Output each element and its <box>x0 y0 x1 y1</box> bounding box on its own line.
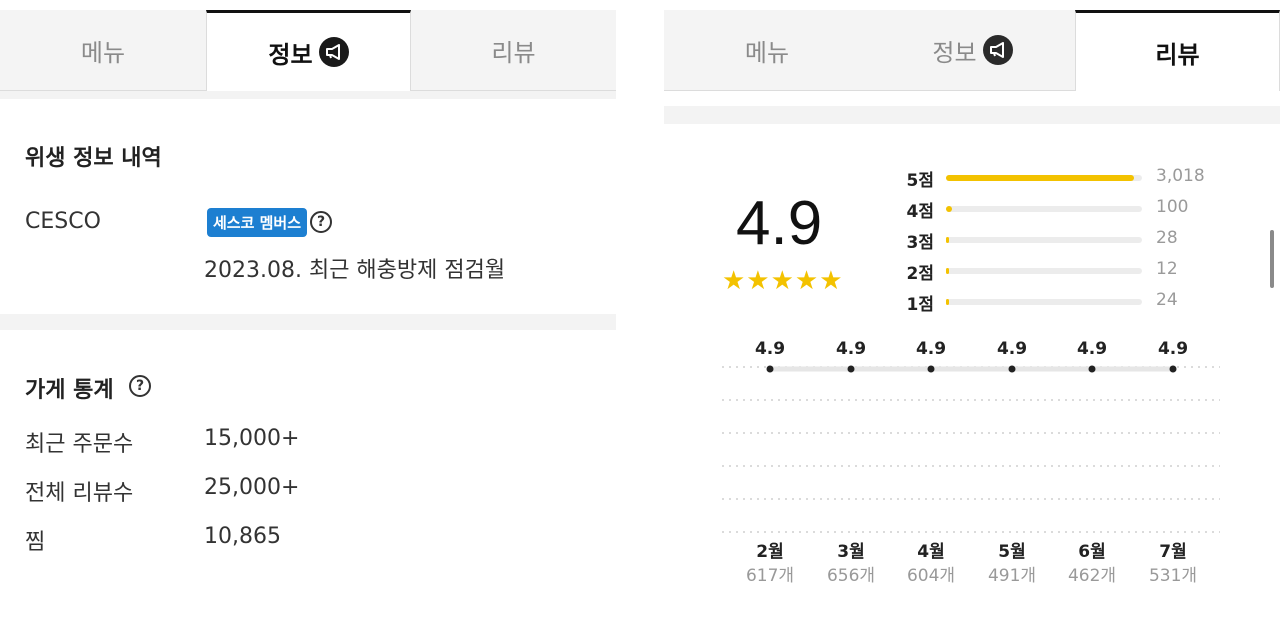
tab-menu[interactable]: 메뉴 <box>664 10 870 91</box>
tab-label: 정보 <box>932 38 977 67</box>
rating-point-label: 4.9 <box>836 339 866 359</box>
tab-menu[interactable]: 메뉴 <box>0 10 206 91</box>
month-review-count: 491개 <box>988 566 1036 586</box>
rating-bar-fill <box>946 268 949 274</box>
rating-row-label: 2점 <box>906 264 934 284</box>
rating-row-label: 5점 <box>906 171 934 191</box>
tab-bar: 메뉴 정보 리뷰 <box>664 0 1280 91</box>
average-rating: 4.9 <box>736 189 823 258</box>
rating-point-label: 4.9 <box>1158 339 1188 359</box>
tab-label: 리뷰 <box>491 38 536 67</box>
section-divider <box>0 91 616 99</box>
month-review-count: 531개 <box>1149 566 1197 586</box>
rating-bar-track <box>946 175 1142 181</box>
month-review-count: 617개 <box>746 566 794 586</box>
inspection-date: 2023.08. 최근 해충방제 점검월 <box>204 258 506 283</box>
tab-label: 메뉴 <box>80 38 126 67</box>
hygiene-title: 위생 정보 내역 <box>25 146 162 171</box>
rating-point <box>927 365 935 373</box>
month-label: 4월 <box>917 542 944 562</box>
rating-bar-track <box>946 237 1142 243</box>
stat-label: 전체 리뷰수 <box>25 481 134 506</box>
section-divider <box>664 106 1280 124</box>
tab-review[interactable]: 리뷰 <box>411 10 616 91</box>
rating-point <box>1008 365 1016 373</box>
stat-value: 25,000+ <box>204 475 300 500</box>
rating-bar-track <box>946 268 1142 274</box>
rating-point-label: 4.9 <box>755 339 785 359</box>
tab-label: 정보 <box>268 40 313 69</box>
megaphone-icon <box>982 35 1013 65</box>
pest-company: CESCO <box>25 209 101 234</box>
month-label: 3월 <box>837 542 864 562</box>
cesco-members-badge: 세스코 멤버스 <box>207 208 308 237</box>
rating-point <box>1088 365 1096 373</box>
tab-bar: 메뉴 정보 리뷰 <box>0 0 616 91</box>
rating-row-count: 12 <box>1156 259 1178 279</box>
rating-row-count: 100 <box>1156 197 1189 217</box>
store-info-panel: 메뉴 정보 리뷰 위생 정보 내역 CESCO 세스코 멤버스 ? 2023.0… <box>0 0 616 628</box>
rating-bar-fill <box>946 175 1135 181</box>
tab-info[interactable]: 정보 <box>206 10 411 91</box>
monthly-rating-chart: 4.9 2월 617개 4.9 3월 656개 4.9 4월 604개 4.9 5월 491개 4.9 6… <box>722 339 1220 586</box>
rating-row-count: 28 <box>1156 228 1178 248</box>
rating-bar-fill <box>946 206 952 212</box>
stat-label: 찜 <box>25 530 46 555</box>
help-icon[interactable]: ? <box>310 211 332 233</box>
rating-row-label: 4점 <box>906 202 934 222</box>
rating-row-count: 24 <box>1156 290 1178 310</box>
rating-bar-fill <box>946 299 949 305</box>
rating-point-label: 4.9 <box>916 339 946 359</box>
review-panel: 메뉴 정보 리뷰 4.9 ★★★★★ 5점 3,018 4점 100 3점 28 2점 12 1… <box>664 0 1280 628</box>
month-label: 7월 <box>1159 542 1186 562</box>
tab-review[interactable]: 리뷰 <box>1075 10 1280 91</box>
tab-info[interactable]: 정보 <box>870 10 1075 91</box>
rating-point <box>847 365 855 373</box>
stat-value: 10,865 <box>204 524 281 549</box>
rating-bar-fill <box>946 237 949 243</box>
month-label: 5월 <box>998 542 1025 562</box>
stat-value: 15,000+ <box>204 426 300 451</box>
tab-label: 리뷰 <box>1155 40 1200 69</box>
stat-label: 최근 주문수 <box>25 432 134 457</box>
rating-bar-track <box>946 206 1142 212</box>
month-label: 2월 <box>756 542 783 562</box>
rating-row-count: 3,018 <box>1156 166 1205 186</box>
rating-row-label: 3점 <box>906 233 934 253</box>
megaphone-icon <box>318 37 349 67</box>
month-review-count: 462개 <box>1068 566 1116 586</box>
section-divider <box>0 314 616 330</box>
star-rating: ★★★★★ <box>722 266 844 296</box>
rating-point <box>766 365 774 373</box>
rating-bar-track <box>946 299 1142 305</box>
stats-title: 가게 통계 <box>25 378 114 403</box>
month-label: 6월 <box>1078 542 1105 562</box>
rating-row-label: 1점 <box>906 295 934 315</box>
help-icon[interactable]: ? <box>129 375 151 397</box>
tab-label: 메뉴 <box>744 38 790 67</box>
rating-point <box>1169 365 1177 373</box>
rating-point-label: 4.9 <box>997 339 1027 359</box>
month-review-count: 656개 <box>827 566 875 586</box>
rating-point-label: 4.9 <box>1077 339 1107 359</box>
scrollbar[interactable] <box>1270 230 1274 288</box>
month-review-count: 604개 <box>907 566 955 586</box>
